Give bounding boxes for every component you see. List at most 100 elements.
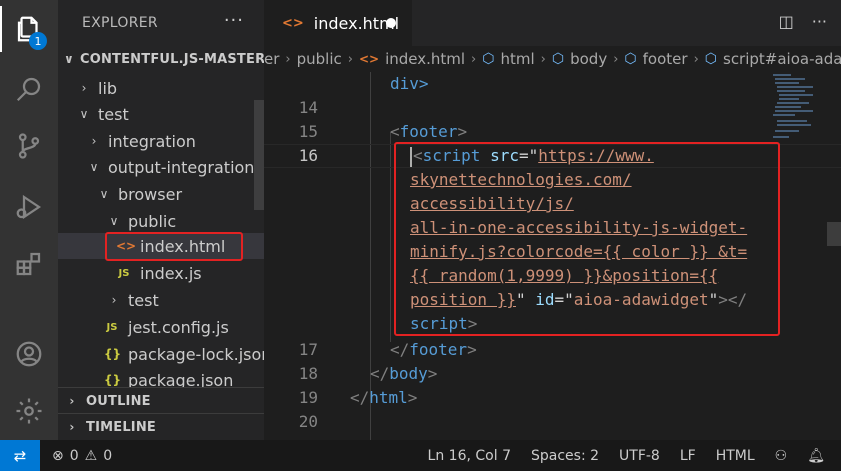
- tree-item-package-lock[interactable]: {} package-lock.json: [58, 341, 264, 367]
- tree-item-label: package-lock.json: [128, 344, 264, 364]
- line-number: 20: [298, 412, 318, 431]
- search-icon[interactable]: [0, 60, 58, 118]
- chevron-down-icon: ∨: [89, 160, 99, 174]
- tree-item-output-integration[interactable]: ∨ output-integration: [58, 154, 264, 180]
- tree-item-label: integration: [108, 131, 196, 151]
- tree-item-label: jest.config.js: [128, 317, 229, 337]
- html-file-icon: <>: [358, 52, 380, 66]
- indentation[interactable]: Spaces: 2: [531, 448, 599, 464]
- tree-item-test[interactable]: ∨ test: [58, 101, 264, 127]
- chevron-right-icon: ›: [285, 51, 291, 67]
- minimap[interactable]: [771, 72, 821, 142]
- breadcrumb-item[interactable]: body: [570, 50, 607, 68]
- warning-count: 0: [103, 447, 113, 464]
- tree-item-label: test: [98, 104, 129, 124]
- element-cube-icon: ⬡: [551, 51, 565, 67]
- source-control-icon[interactable]: [0, 117, 58, 175]
- editor-scrollbar[interactable]: [827, 222, 841, 246]
- js-file-icon: JS: [106, 321, 118, 333]
- breadcrumb-item[interactable]: public: [297, 50, 342, 68]
- account-icon[interactable]: [0, 325, 58, 383]
- root-folder-label: CONTENTFUL.JS-MASTER: [79, 51, 264, 67]
- chevron-right-icon: ›: [540, 51, 546, 67]
- code-line: <footer>: [390, 122, 468, 141]
- tab-index-html[interactable]: <> index.html: [264, 0, 412, 46]
- breadcrumb-item[interactable]: footer: [643, 50, 688, 68]
- chevron-right-icon: ›: [471, 51, 477, 67]
- chevron-down-icon: ∨: [99, 187, 109, 201]
- code-line: </body>: [370, 364, 438, 383]
- timeline-label: TIMELINE: [86, 419, 157, 435]
- bell-icon[interactable]: 🔔︎: [807, 448, 825, 464]
- code-line: </html>: [350, 388, 418, 407]
- encoding[interactable]: UTF-8: [619, 448, 660, 464]
- files-icon[interactable]: 1: [0, 0, 58, 58]
- line-number: 17: [298, 340, 318, 359]
- explorer-sidebar: EXPLORER ··· ∨ CONTENTFUL.JS-MASTER › li…: [58, 0, 264, 440]
- editor-actions: ◫ ···: [779, 12, 827, 31]
- explorer-more-icon[interactable]: ···: [224, 10, 244, 31]
- tree-item-lib[interactable]: › lib: [58, 75, 264, 101]
- chevron-right-icon: ›: [69, 394, 75, 408]
- remote-indicator-icon[interactable]: ⇄: [0, 440, 40, 471]
- breadcrumb-item[interactable]: er: [264, 50, 279, 68]
- tree-item-integration[interactable]: › integration: [58, 128, 264, 154]
- chevron-right-icon: ›: [81, 81, 87, 95]
- code-line: div>: [390, 74, 429, 93]
- timeline-section[interactable]: › TIMELINE: [58, 414, 264, 440]
- code-highlight-box: [394, 142, 780, 336]
- line-number: 14: [298, 98, 318, 117]
- tree-item-label: index.js: [140, 263, 202, 283]
- js-file-icon: JS: [118, 267, 130, 279]
- settings-gear-icon[interactable]: [0, 382, 58, 440]
- element-cube-icon: ⬡: [624, 51, 637, 67]
- extensions-icon[interactable]: [0, 235, 58, 293]
- code-line: </footer>: [390, 340, 477, 359]
- explorer-root-folder[interactable]: ∨ CONTENTFUL.JS-MASTER: [58, 46, 264, 72]
- tree-item-index-js[interactable]: JS index.js: [58, 260, 264, 286]
- chevron-right-icon: ›: [69, 420, 75, 434]
- outline-section[interactable]: › OUTLINE: [58, 388, 264, 414]
- html-file-icon: <>: [282, 15, 304, 31]
- outline-label: OUTLINE: [86, 393, 151, 409]
- warning-icon: ⚠: [84, 447, 98, 464]
- tree-item-public[interactable]: ∨ public: [58, 208, 264, 234]
- tree-item-label: browser: [118, 184, 183, 204]
- activity-bar: 1: [0, 0, 58, 440]
- code-editor[interactable]: div> 14 15 <footer> 16 <script src="http…: [264, 72, 841, 440]
- breadcrumb-item[interactable]: html: [500, 50, 534, 68]
- run-debug-icon[interactable]: [0, 178, 58, 236]
- feedback-icon[interactable]: ⚇: [775, 448, 788, 464]
- problems-indicator[interactable]: ⊗ 0 ⚠ 0: [52, 448, 112, 464]
- line-number: 15: [298, 122, 318, 141]
- tab-bar: <> index.html ◫ ···: [264, 0, 841, 46]
- file-highlight-box: [105, 232, 243, 261]
- files-badge: 1: [29, 32, 47, 50]
- chevron-right-icon: ›: [693, 51, 699, 67]
- end-of-line[interactable]: LF: [680, 448, 696, 464]
- error-icon: ⊗: [52, 447, 64, 464]
- line-number: 16: [298, 146, 318, 165]
- tree-item-label: test: [128, 290, 159, 310]
- chevron-right-icon: ›: [613, 51, 619, 67]
- breadcrumb-item[interactable]: script#aioa-ada: [723, 50, 841, 68]
- status-bar: ⇄ ⊗ 0 ⚠ 0 Ln 16, Col 7 Spaces: 2 UTF-8 L…: [0, 440, 841, 471]
- cursor-position[interactable]: Ln 16, Col 7: [428, 448, 511, 464]
- chevron-right-icon: ›: [347, 51, 353, 67]
- tree-item-jest-config[interactable]: JS jest.config.js: [58, 314, 264, 340]
- line-number: 18: [298, 364, 318, 383]
- split-editor-icon[interactable]: ◫: [779, 12, 794, 31]
- chevron-down-icon: ∨: [109, 214, 119, 228]
- language-mode[interactable]: HTML: [716, 448, 755, 464]
- tree-item-test-2[interactable]: › test: [58, 287, 264, 313]
- element-cube-icon: ⬡: [482, 51, 495, 67]
- more-actions-icon[interactable]: ···: [812, 12, 827, 31]
- breadcrumb-item[interactable]: index.html: [385, 50, 465, 68]
- tree-item-label: output-integration: [108, 157, 255, 177]
- json-file-icon: {}: [104, 373, 122, 387]
- status-right: Ln 16, Col 7 Spaces: 2 UTF-8 LF HTML ⚇ 🔔…: [428, 440, 841, 471]
- sidebar-scrollbar[interactable]: [254, 100, 264, 210]
- json-file-icon: {}: [104, 347, 122, 361]
- unsaved-dot-icon[interactable]: [386, 18, 396, 28]
- tree-item-browser[interactable]: ∨ browser: [58, 181, 264, 207]
